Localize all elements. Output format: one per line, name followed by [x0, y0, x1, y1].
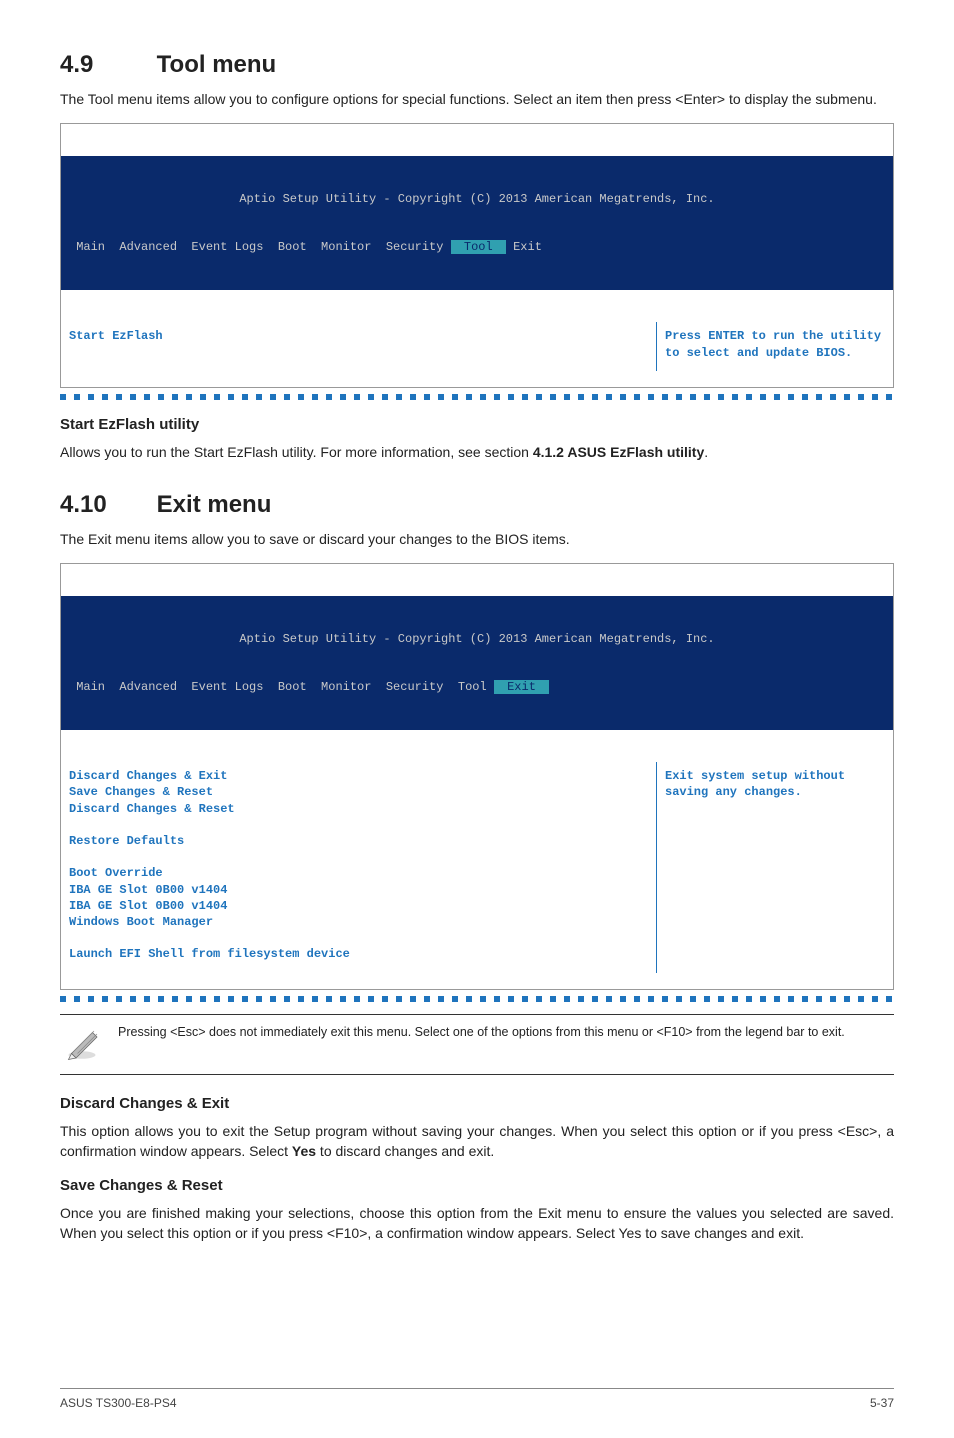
bios-tool-panel: Aptio Setup Utility - Copyright (C) 2013…	[60, 123, 894, 388]
bios-menubar-tool-inactive: Tool	[451, 680, 494, 694]
footer-left: ASUS TS300-E8-PS4	[60, 1395, 177, 1412]
torn-edge	[60, 996, 894, 1002]
bios-header: Aptio Setup Utility - Copyright (C) 2013…	[61, 156, 893, 290]
torn-edge	[60, 394, 894, 400]
bios-body-tool: Start EzFlash Press ENTER to run the uti…	[61, 322, 893, 370]
discard-heading: Discard Changes & Exit	[60, 1093, 894, 1115]
bios-menubar-tool: Main Advanced Event Logs Boot Monitor Se…	[69, 239, 885, 255]
footer-right: 5-37	[870, 1395, 894, 1412]
discard-text: This option allows you to exit the Setup…	[60, 1121, 894, 1162]
bios-menubar-prefix: Main Advanced Event Logs Boot Monitor Se…	[69, 680, 451, 694]
note-text: Pressing <Esc> does not immediately exit…	[118, 1023, 890, 1041]
bios-header-line1: Aptio Setup Utility - Copyright (C) 2013…	[69, 631, 885, 647]
bios-active-tab-exit: Exit	[494, 680, 549, 694]
bios-left-tool: Start EzFlash	[61, 322, 656, 370]
section-title-text: Exit menu	[157, 491, 272, 518]
discard-text-b: Yes	[292, 1143, 316, 1159]
section-4-9-intro: The Tool menu items allow you to configu…	[60, 89, 894, 109]
note-box: Pressing <Esc> does not immediately exit…	[60, 1014, 894, 1075]
start-ezflash-text-a: Allows you to run the Start EzFlash util…	[60, 444, 533, 460]
start-ezflash-text-c: .	[704, 444, 708, 460]
bios-left-exit: Discard Changes & Exit Save Changes & Re…	[61, 762, 656, 972]
save-text: Once you are finished making your select…	[60, 1203, 894, 1244]
start-ezflash-heading: Start EzFlash utility	[60, 414, 894, 436]
page-footer: ASUS TS300-E8-PS4 5-37	[60, 1388, 894, 1412]
bios-header-line1: Aptio Setup Utility - Copyright (C) 2013…	[69, 191, 885, 207]
section-number: 4.9	[60, 48, 150, 83]
bios-menubar-exit: Main Advanced Event Logs Boot Monitor Se…	[69, 679, 885, 695]
section-4-10-intro: The Exit menu items allow you to save or…	[60, 529, 894, 549]
section-4-9-heading: 4.9 Tool menu	[60, 48, 894, 83]
section-title-text: Tool menu	[157, 51, 277, 78]
bios-help-exit: Exit system setup without saving any cha…	[656, 762, 893, 972]
start-ezflash-text: Allows you to run the Start EzFlash util…	[60, 442, 894, 462]
section-number: 4.10	[60, 488, 150, 523]
bios-menubar-exit-inactive: Exit	[506, 240, 549, 254]
bios-exit-panel: Aptio Setup Utility - Copyright (C) 2013…	[60, 563, 894, 990]
bios-help-tool: Press ENTER to run the utility to select…	[656, 322, 893, 370]
bios-body-exit: Discard Changes & Exit Save Changes & Re…	[61, 762, 893, 972]
bios-header: Aptio Setup Utility - Copyright (C) 2013…	[61, 596, 893, 730]
discard-text-c: to discard changes and exit.	[316, 1143, 494, 1159]
start-ezflash-text-b: 4.1.2 ASUS EzFlash utility	[533, 444, 704, 460]
bios-active-tab-tool: Tool	[451, 240, 506, 254]
note-pencil-icon	[64, 1023, 100, 1066]
bios-menubar-prefix: Main Advanced Event Logs Boot Monitor Se…	[69, 240, 451, 254]
section-4-10-heading: 4.10 Exit menu	[60, 488, 894, 523]
save-heading: Save Changes & Reset	[60, 1175, 894, 1197]
